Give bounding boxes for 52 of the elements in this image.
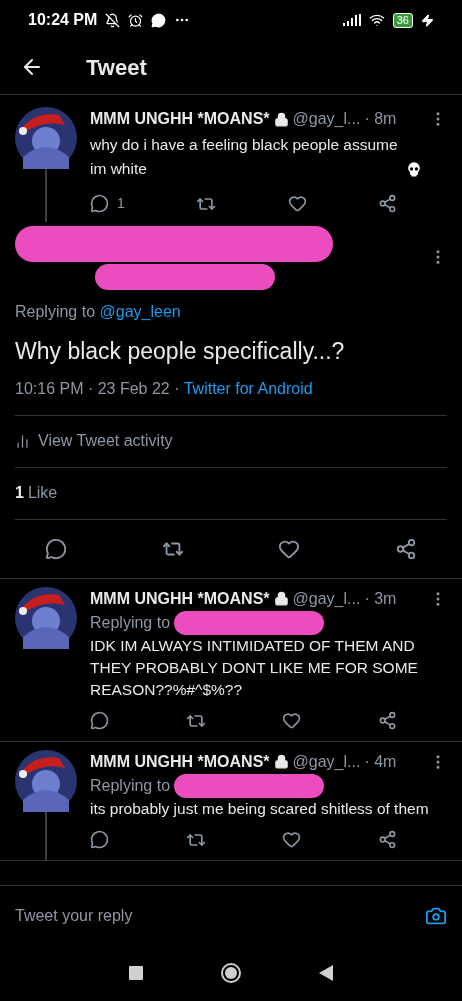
chat-bubble-icon xyxy=(151,12,167,28)
author-handle: @gay_l... xyxy=(292,109,361,129)
wifi-icon xyxy=(368,12,385,28)
share-icon[interactable] xyxy=(377,194,397,213)
tweet-timestamp: 10:16 PM · 23 Feb 22 · xyxy=(15,379,180,397)
replying-to-label: Replying to xyxy=(90,775,171,796)
skull-icon xyxy=(404,159,424,179)
avatar-icon[interactable] xyxy=(15,107,77,169)
like-icon[interactable] xyxy=(282,830,302,849)
replying-to-label: Replying to xyxy=(15,303,96,320)
signal-icon xyxy=(342,14,361,26)
reply-text: its probably just me being scared shitless of them xyxy=(90,798,430,819)
avatar-icon[interactable] xyxy=(15,586,77,649)
replying-to-label: Replying to xyxy=(90,612,171,633)
source-link[interactable]: Twitter for Android xyxy=(183,379,313,397)
reply-icon[interactable] xyxy=(90,830,109,849)
chart-icon xyxy=(15,433,30,449)
tweet-age: · 8m xyxy=(364,109,397,129)
page-title: Tweet xyxy=(86,53,147,82)
reply-icon[interactable] xyxy=(45,537,67,560)
reply-icon[interactable] xyxy=(90,711,109,730)
share-icon[interactable] xyxy=(377,711,397,730)
status-time: 10:24 PM xyxy=(28,10,98,30)
tweet-text: why do i have a feeling black people assume im white xyxy=(90,135,399,179)
author-handle: @gay_l... xyxy=(292,751,361,772)
likes-count[interactable]: 1 xyxy=(15,481,24,505)
author-name[interactable]: MMM UNGHH *MOANS* xyxy=(90,749,270,774)
share-icon[interactable] xyxy=(377,830,397,849)
reply-input-field[interactable]: Tweet your reply xyxy=(15,903,425,928)
charging-icon xyxy=(421,13,434,27)
reply-count: 1 xyxy=(117,194,125,213)
back-nav-icon[interactable] xyxy=(319,965,334,981)
battery-level: 36 xyxy=(392,12,413,28)
muted-bell-icon xyxy=(105,12,121,28)
reply-text: IDK IM ALWAYS INTIMIDATED OF THEM AND THEY PROBABLY DONT LIKE ME FOR SOME REASON??%#^$%?? xyxy=(90,635,419,700)
reply-icon[interactable] xyxy=(90,194,109,213)
alarm-icon xyxy=(128,12,144,28)
replying-handle-link[interactable]: @gay_leen xyxy=(99,303,181,320)
view-activity-link[interactable]: View Tweet activity xyxy=(15,415,447,468)
likes-label[interactable]: Like xyxy=(27,481,58,505)
home-icon[interactable] xyxy=(220,962,242,984)
avatar-icon[interactable] xyxy=(15,749,77,812)
author-handle: @gay_l... xyxy=(292,588,361,609)
author-name[interactable]: MMM UNGHH *MOANS* xyxy=(90,107,270,131)
main-tweet-text: Why black people specifically...? xyxy=(15,337,346,366)
recents-icon[interactable] xyxy=(128,966,143,980)
like-icon[interactable] xyxy=(287,194,307,213)
like-icon[interactable] xyxy=(282,711,302,730)
tweet-age: · 3m xyxy=(364,588,397,609)
author-name[interactable]: MMM UNGHH *MOANS* xyxy=(90,586,270,611)
share-icon[interactable] xyxy=(394,537,417,560)
tweet-age: · 4m xyxy=(364,751,397,772)
